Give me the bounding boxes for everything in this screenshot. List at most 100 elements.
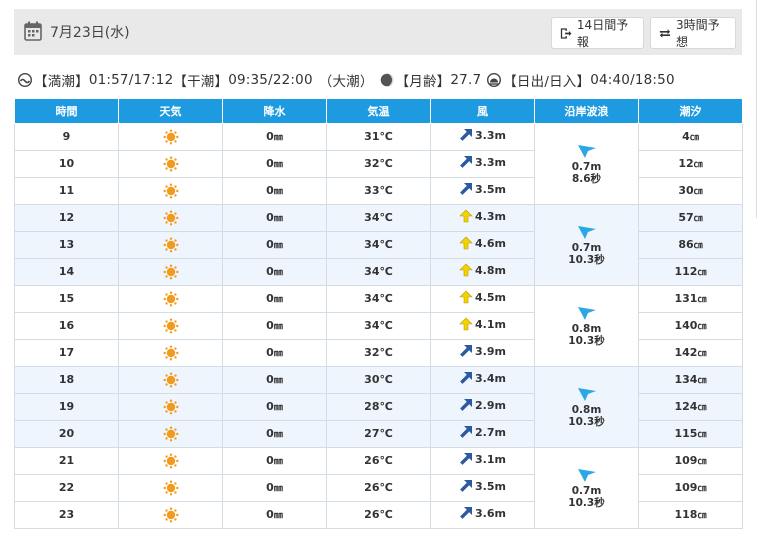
sunny-icon <box>163 426 178 441</box>
temp-value: 32℃ <box>364 346 393 359</box>
hour-cell: 14 <box>14 257 119 286</box>
temp-value: 30℃ <box>364 373 393 386</box>
table-header-row: 時間 天気 降水 気温 風 沿岸波浪 潮汐 <box>14 99 743 124</box>
hour-value: 21 <box>58 454 75 467</box>
col-header-wind: 風 <box>430 99 535 124</box>
wind-cell: 2.7m <box>430 419 535 448</box>
wave-cell: 0.7m 10.3秒 <box>534 446 639 529</box>
weather-cell <box>118 257 223 286</box>
hour-value: 18 <box>58 373 75 386</box>
precip-cell: 0㎜ <box>222 176 327 205</box>
wave-height: 0.8m <box>571 403 602 416</box>
col-header-wave: 沿岸波浪 <box>534 99 639 124</box>
tide-cell: 134㎝ <box>638 365 743 394</box>
sunrise-sunset-times: 04:40/18:50 <box>590 72 675 88</box>
weather-cell <box>118 446 223 475</box>
precip-value: 0 <box>266 265 274 278</box>
tide-cell: 131㎝ <box>638 284 743 313</box>
hour-cell: 19 <box>14 392 119 421</box>
wave-direction-arrow-icon <box>577 225 596 239</box>
page-edge-divider <box>756 0 757 218</box>
3-hour-forecast-button[interactable]: 3時間予想 <box>650 17 736 49</box>
precip-unit: ㎜ <box>273 430 283 440</box>
precip-unit: ㎜ <box>273 349 283 359</box>
precip-unit: ㎜ <box>273 268 283 278</box>
hour-value: 17 <box>58 346 75 359</box>
wave-period: 8.6秒 <box>571 172 602 185</box>
sunny-icon <box>163 210 178 225</box>
wind-speed: 4.1m <box>475 317 506 331</box>
precip-cell: 0㎜ <box>222 473 327 502</box>
weather-cell <box>118 203 223 232</box>
precip-value: 0 <box>266 373 274 386</box>
col-header-precip: 降水 <box>222 99 327 124</box>
hour-value: 13 <box>58 238 75 251</box>
precip-unit: ㎜ <box>273 511 283 521</box>
precip-cell: 0㎜ <box>222 419 327 448</box>
tide-value: 134 <box>674 373 698 386</box>
tide-unit: ㎝ <box>697 349 707 359</box>
precip-value: 0 <box>266 130 274 143</box>
temp-value: 32℃ <box>364 157 393 170</box>
hour-value: 14 <box>58 265 75 278</box>
precip-cell: 0㎜ <box>222 338 327 367</box>
tide-value: 140 <box>674 319 698 332</box>
wind-cell: 3.5m <box>430 176 535 205</box>
weather-cell <box>118 176 223 205</box>
hourly-forecast-table: 時間 天気 降水 気温 風 沿岸波浪 潮汐 9 0㎜ 31℃ 3.3m 0.7m 8.6秒… <box>14 99 743 529</box>
weather-cell <box>118 311 223 340</box>
sunny-icon <box>163 183 178 198</box>
table-row: 15 0㎜ 34℃ 4.5m 0.8m 10.3秒 131㎝ <box>14 284 743 367</box>
weather-cell <box>118 473 223 502</box>
tide-value: 30 <box>678 184 694 197</box>
tide-unit: ㎝ <box>697 268 707 278</box>
tide-cell: 86㎝ <box>638 230 743 259</box>
sunrise-sunset-label: 【日出/日入】 <box>503 74 591 90</box>
precip-value: 0 <box>266 454 274 467</box>
hour-value: 19 <box>58 400 75 413</box>
wind-cell: 4.8m <box>430 257 535 286</box>
3-hour-forecast-label: 3時間予想 <box>675 18 720 49</box>
wind-cell: 3.6m <box>430 500 535 529</box>
wind-cell: 3.4m <box>430 365 535 394</box>
tide-wave-icon <box>18 73 32 87</box>
sunny-icon <box>163 318 178 333</box>
precip-cell: 0㎜ <box>222 500 327 529</box>
wind-speed: 3.1m <box>475 452 506 466</box>
tide-unit: ㎝ <box>697 511 707 521</box>
wind-speed: 4.6m <box>475 236 506 250</box>
tide-cell: 112㎝ <box>638 257 743 286</box>
tide-value: 142 <box>674 346 698 359</box>
hour-value: 20 <box>58 427 75 440</box>
hour-value: 22 <box>58 481 75 494</box>
wave-period: 10.3秒 <box>568 415 605 428</box>
temp-value: 28℃ <box>364 400 393 413</box>
wind-speed: 3.5m <box>475 479 506 493</box>
wave-period: 10.3秒 <box>568 253 605 266</box>
tide-cell: 115㎝ <box>638 419 743 448</box>
wind-speed: 3.9m <box>475 344 506 358</box>
precip-unit: ㎜ <box>273 187 283 197</box>
temp-value: 34℃ <box>364 319 393 332</box>
table-row: 18 0㎜ 30℃ 3.4m 0.8m 10.3秒 134㎝ <box>14 365 743 448</box>
sunny-icon <box>163 156 178 171</box>
temp-value: 34℃ <box>364 238 393 251</box>
tide-unit: ㎝ <box>697 484 707 494</box>
moon-icon <box>380 73 394 87</box>
tide-cell: 4㎝ <box>638 122 743 151</box>
weather-cell <box>118 500 223 529</box>
precip-unit: ㎜ <box>273 160 283 170</box>
temp-cell: 34℃ <box>326 284 431 313</box>
14-day-forecast-button[interactable]: 14日間予報 <box>551 17 644 49</box>
precip-unit: ㎜ <box>273 322 283 332</box>
tide-cell: 109㎝ <box>638 446 743 475</box>
temp-cell: 33℃ <box>326 176 431 205</box>
wave-direction-arrow-icon <box>577 468 596 482</box>
hour-value: 12 <box>58 211 75 224</box>
wind-arrow-north-icon <box>459 290 473 304</box>
weather-cell <box>118 149 223 178</box>
precip-cell: 0㎜ <box>222 392 327 421</box>
precip-value: 0 <box>266 211 274 224</box>
hour-value: 15 <box>58 292 75 305</box>
hour-cell: 22 <box>14 473 119 502</box>
